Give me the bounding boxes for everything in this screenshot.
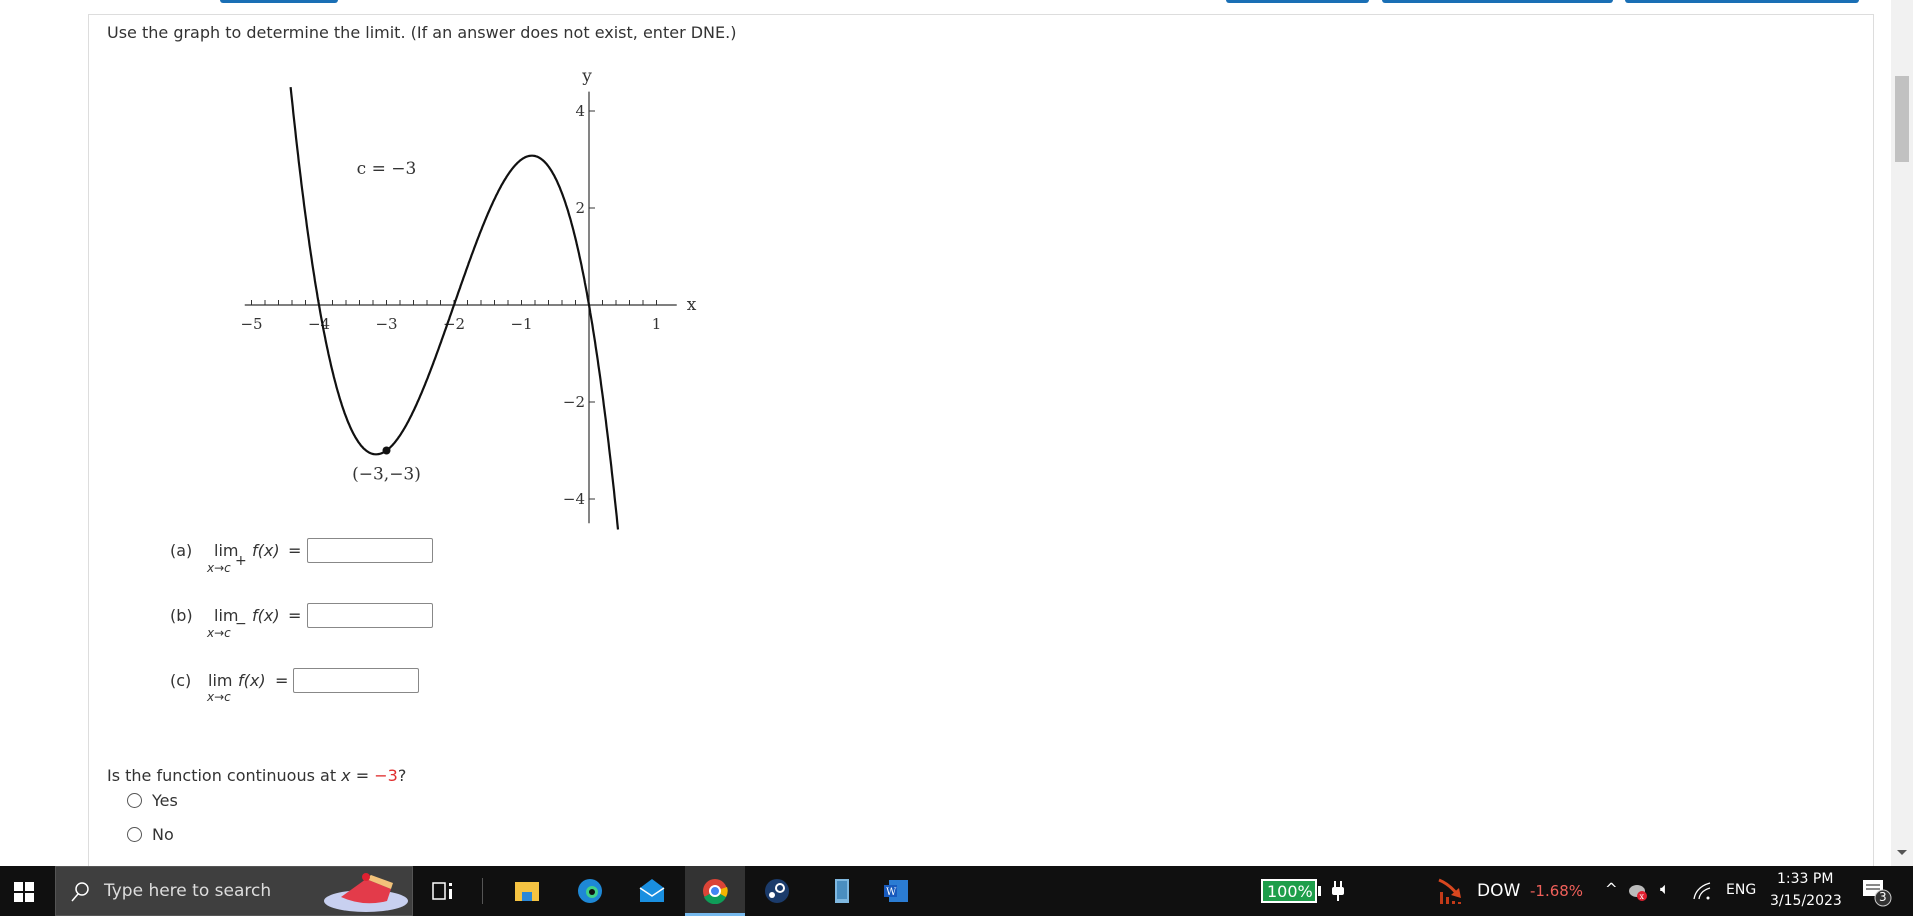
- no-radio[interactable]: [127, 827, 142, 842]
- function-curve: [289, 86, 620, 530]
- lim-text: lim: [208, 671, 233, 690]
- part-label: (a): [170, 541, 193, 560]
- search-box[interactable]: Type here to search: [55, 866, 413, 916]
- continuity-prefix: Is the function continuous at: [107, 766, 342, 785]
- continuity-suffix: ?: [397, 766, 407, 785]
- language-indicator[interactable]: ENG: [1726, 882, 1756, 898]
- x-tick-label: −3: [375, 315, 397, 333]
- chrome-active[interactable]: [685, 866, 745, 916]
- function-text: f(x): [252, 541, 280, 560]
- battery-level: 100%: [1267, 882, 1313, 901]
- x-tick-label: 1: [652, 315, 662, 333]
- scrollbar-thumb[interactable]: [1895, 76, 1909, 162]
- answer-a-input[interactable]: [307, 538, 433, 563]
- notification-icon[interactable]: [1862, 879, 1892, 907]
- clock-time[interactable]: 1:33 PM: [1777, 871, 1833, 887]
- wifi-icon[interactable]: [1692, 881, 1712, 901]
- top-button-4[interactable]: [1625, 0, 1859, 3]
- y-tick-label: −4: [563, 490, 585, 508]
- top-button-2[interactable]: [1226, 0, 1369, 3]
- point-annotation: (−3,−3): [352, 465, 421, 485]
- pie-doodle-icon: [324, 873, 408, 912]
- svg-text:W: W: [886, 887, 897, 898]
- search-icon: [71, 882, 89, 902]
- taskbar: Type here to search W 100% DOW -1.68% ^ …: [0, 866, 1913, 916]
- part-label: (c): [170, 671, 192, 690]
- stock-name[interactable]: DOW: [1477, 881, 1520, 901]
- steam-icon[interactable]: [764, 878, 790, 904]
- x-tick-label: −4: [308, 315, 330, 333]
- top-button-3[interactable]: [1382, 0, 1613, 3]
- continuity-value: −3: [374, 766, 398, 785]
- word-icon[interactable]: W: [883, 878, 909, 904]
- y-tick-label: −2: [563, 393, 585, 411]
- lim-subscript: x→c: [207, 690, 231, 704]
- speaker-icon[interactable]: 🔈︎: [1660, 879, 1670, 899]
- battery-tip: [1318, 886, 1321, 896]
- chrome-icon: [703, 879, 728, 904]
- stock-change[interactable]: -1.68%: [1530, 882, 1583, 900]
- continuity-question: Is the function continuous at x = −3?: [107, 766, 406, 785]
- continuity-eq: =: [350, 766, 375, 785]
- answer-b-input[interactable]: [307, 603, 433, 628]
- y-tick-label: 2: [575, 199, 585, 217]
- scroll-down-icon[interactable]: [1897, 850, 1907, 855]
- lim-subscript: x→c: [207, 626, 231, 640]
- continuity-var: x: [341, 766, 351, 785]
- divider: [482, 878, 483, 904]
- yes-radio[interactable]: [127, 793, 142, 808]
- equals: =: [288, 541, 302, 560]
- lim-direction: +: [235, 553, 247, 569]
- chevron-up-icon[interactable]: ^: [1605, 880, 1618, 898]
- edge-icon[interactable]: [577, 878, 603, 904]
- onedrive-error-icon[interactable]: x: [1628, 882, 1648, 902]
- function-text: f(x): [238, 671, 266, 690]
- x-axis-label: x: [687, 295, 697, 315]
- answer-c-input[interactable]: [293, 668, 419, 693]
- limit-graph: −5 −4 −3 −2 −1 142−2−4xyc = −3(−3,−3): [240, 67, 697, 530]
- point-marker: [382, 446, 391, 455]
- mail-icon[interactable]: [639, 878, 665, 904]
- y-axis-label: y: [581, 67, 592, 87]
- clock-date[interactable]: 3/15/2023: [1770, 893, 1842, 909]
- no-label[interactable]: No: [152, 825, 174, 844]
- stock-down-icon[interactable]: [1437, 878, 1467, 906]
- y-tick-label: 4: [575, 102, 585, 120]
- battery-indicator[interactable]: 100%: [1261, 879, 1317, 903]
- function-text: f(x): [252, 606, 280, 625]
- lim-subscript: x→c: [207, 561, 231, 575]
- app-icon[interactable]: [829, 878, 855, 904]
- lim-direction: −: [235, 616, 247, 632]
- windows-start-icon[interactable]: [14, 882, 34, 902]
- scrollbar[interactable]: [1891, 0, 1913, 866]
- svg-text:x: x: [1640, 892, 1645, 901]
- power-plug-icon: [1332, 881, 1344, 901]
- equals: =: [275, 671, 289, 690]
- task-view-icon[interactable]: [430, 878, 456, 904]
- c-annotation: c = −3: [357, 159, 417, 179]
- equals: =: [288, 606, 302, 625]
- notification-count: 3: [1879, 890, 1887, 904]
- part-label: (b): [170, 606, 193, 625]
- file-explorer-icon[interactable]: [514, 878, 540, 904]
- x-tick-label: −1: [510, 315, 532, 333]
- yes-label[interactable]: Yes: [152, 791, 178, 810]
- x-tick-label: −5: [240, 315, 262, 333]
- search-placeholder: Type here to search: [104, 881, 272, 901]
